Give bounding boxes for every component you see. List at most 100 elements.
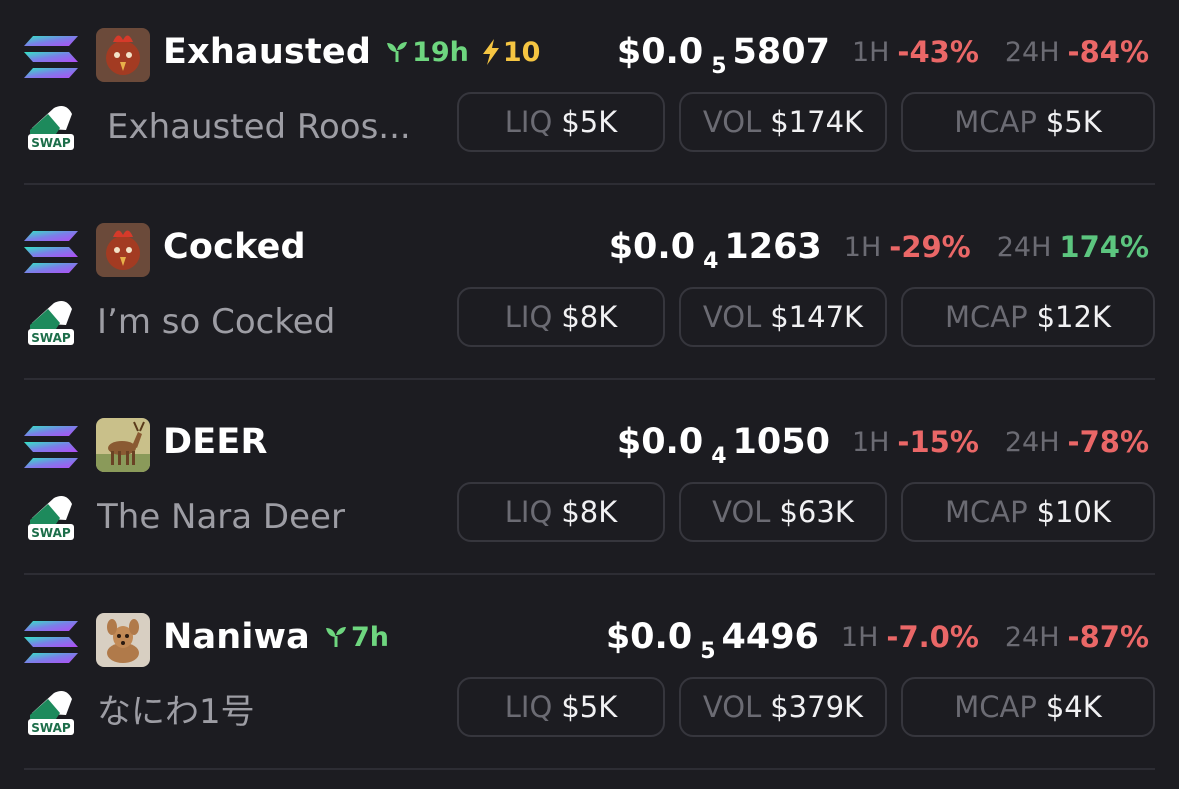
solana-icon <box>24 36 78 78</box>
change-24h: 174% <box>1059 230 1149 264</box>
swap-icon: SWAP <box>28 106 74 150</box>
token-row[interactable]: SWAP Cocked $0.0 4 1263 1H -29% 24H 174%… <box>0 195 1179 390</box>
age-text: 19h <box>412 36 469 68</box>
vol-value: $63K <box>779 495 854 529</box>
price-digits: 1050 <box>732 422 830 462</box>
liq-value: $5K <box>561 690 618 724</box>
rooster-avatar <box>96 223 150 277</box>
svg-text:SWAP: SWAP <box>31 136 71 150</box>
market-cap-pill[interactable]: MCAP $10K <box>901 482 1155 542</box>
mcap-label: MCAP <box>945 300 1028 334</box>
row-divider <box>24 183 1155 185</box>
timeframe-1h-label: 1H <box>851 426 890 458</box>
vol-value: $147K <box>770 300 864 334</box>
mcap-label: MCAP <box>945 495 1028 529</box>
vol-value: $174K <box>770 105 864 139</box>
row-divider <box>24 768 1155 770</box>
liquidity-pill[interactable]: LIQ $8K <box>457 287 665 347</box>
liquidity-pill[interactable]: LIQ $5K <box>457 92 665 152</box>
swap-icon: SWAP <box>28 496 74 540</box>
change-1h: -29% <box>889 230 971 264</box>
market-cap-pill[interactable]: MCAP $4K <box>901 677 1155 737</box>
token-header: DEER <box>163 414 268 470</box>
solana-icon <box>24 426 78 468</box>
change-1h: -7.0% <box>886 620 979 654</box>
volume-pill[interactable]: VOL $379K <box>679 677 887 737</box>
change-1h: -43% <box>897 35 979 69</box>
token-price: $0.0 5 4496 <box>605 617 819 664</box>
liq-value: $8K <box>561 300 618 334</box>
timeframe-24h-label: 24H <box>1004 621 1060 653</box>
timeframe-1h-label: 1H <box>840 621 879 653</box>
token-price: $0.0 4 1263 <box>608 227 822 274</box>
token-header: Naniwa 7h <box>163 609 389 665</box>
token-row[interactable]: SWAP DEER $0.0 4 1050 1H -15% 24H -78% T… <box>0 390 1179 585</box>
market-cap-pill[interactable]: MCAP $12K <box>901 287 1155 347</box>
sprout-icon <box>387 42 408 62</box>
token-ticker: Naniwa <box>163 617 310 657</box>
market-cap-pill[interactable]: MCAP $5K <box>901 92 1155 152</box>
liq-label: LIQ <box>504 105 553 139</box>
solana-icon <box>24 621 78 663</box>
change-24h: -87% <box>1067 620 1149 654</box>
liquidity-pill[interactable]: LIQ $5K <box>457 677 665 737</box>
vol-label: VOL <box>702 105 762 139</box>
volume-pill[interactable]: VOL $147K <box>679 287 887 347</box>
age-text: 7h <box>350 621 389 653</box>
timeframe-1h-label: 1H <box>851 36 890 68</box>
price-zero-count: 4 <box>703 249 719 274</box>
token-name: Exhausted Roos... <box>107 107 411 147</box>
price-line: $0.0 4 1263 1H -29% 24H 174% <box>609 219 1149 275</box>
swap-icon: SWAP <box>28 691 74 735</box>
token-row[interactable]: SWAP Naniwa 7h $0.0 5 4496 1H -7.0% 24H … <box>0 585 1179 780</box>
price-prefix: $0.0 <box>616 422 704 462</box>
price-prefix: $0.0 <box>616 32 704 72</box>
sprout-icon <box>325 627 346 647</box>
mcap-value: $10K <box>1036 495 1111 529</box>
price-digits: 4496 <box>721 617 819 657</box>
fawn-avatar <box>96 613 150 667</box>
rooster-avatar <box>96 28 150 82</box>
liq-value: $8K <box>561 495 618 529</box>
token-price: $0.0 4 1050 <box>616 422 830 469</box>
change-24h: -78% <box>1067 425 1149 459</box>
liq-label: LIQ <box>504 300 553 334</box>
token-name: I’m so Cocked <box>97 302 336 342</box>
swap-icon: SWAP <box>28 301 74 345</box>
price-line: $0.0 5 4496 1H -7.0% 24H -87% <box>606 609 1149 665</box>
age-badge: 19h <box>385 37 469 68</box>
price-zero-count: 4 <box>711 444 727 469</box>
vol-label: VOL <box>702 300 762 334</box>
price-digits: 1263 <box>724 227 822 267</box>
volume-pill[interactable]: VOL $174K <box>679 92 887 152</box>
liq-label: LIQ <box>504 495 553 529</box>
price-zero-count: 5 <box>700 639 716 664</box>
liq-label: LIQ <box>504 690 553 724</box>
price-line: $0.0 4 1050 1H -15% 24H -78% <box>617 414 1149 470</box>
solana-icon <box>24 231 78 273</box>
liquidity-pill[interactable]: LIQ $8K <box>457 482 665 542</box>
mcap-label: MCAP <box>954 105 1037 139</box>
token-header: Cocked <box>163 219 306 275</box>
price-digits: 5807 <box>732 32 830 72</box>
token-row[interactable]: SWAP Exhausted 19h 10 $0.0 5 5807 1H -43… <box>0 0 1179 195</box>
age-badge: 7h <box>324 622 389 653</box>
timeframe-24h-label: 24H <box>996 231 1052 263</box>
volume-pill[interactable]: VOL $63K <box>679 482 887 542</box>
token-price: $0.0 5 5807 <box>616 32 830 79</box>
price-prefix: $0.0 <box>605 617 693 657</box>
token-header: Exhausted 19h 10 <box>163 24 540 80</box>
timeframe-24h-label: 24H <box>1004 426 1060 458</box>
price-line: $0.0 5 5807 1H -43% 24H -84% <box>617 24 1149 80</box>
token-ticker: Exhausted <box>163 32 372 72</box>
token-list: SWAP Exhausted 19h 10 $0.0 5 5807 1H -43… <box>0 0 1179 789</box>
svg-text:SWAP: SWAP <box>31 721 71 735</box>
boost-count: 10 <box>502 36 541 68</box>
vol-value: $379K <box>770 690 864 724</box>
token-ticker: DEER <box>163 422 268 462</box>
row-divider <box>24 573 1155 575</box>
price-prefix: $0.0 <box>608 227 696 267</box>
token-name: なにわ1号 <box>97 692 255 732</box>
boost-badge: 10 <box>481 36 541 68</box>
svg-text:SWAP: SWAP <box>31 331 71 345</box>
